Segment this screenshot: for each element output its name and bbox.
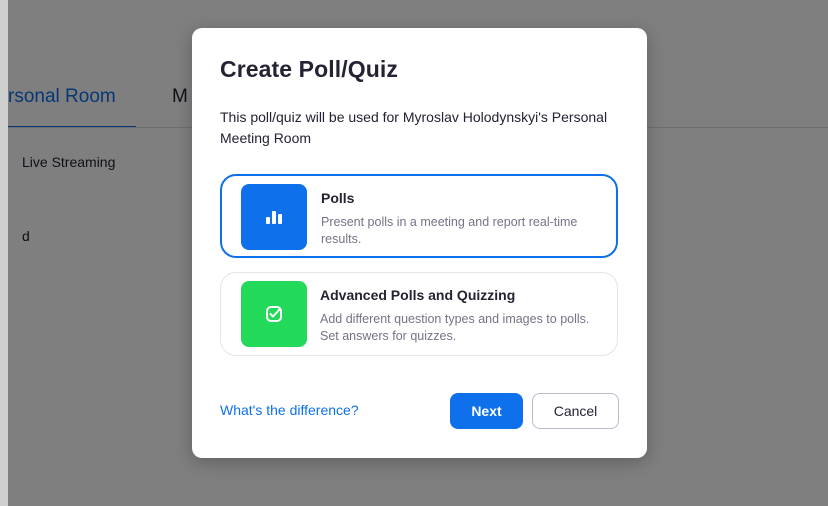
option-polls-title: Polls (321, 190, 355, 206)
cancel-button[interactable]: Cancel (532, 393, 619, 429)
option-advanced-subtitle: Add different question types and images … (320, 312, 590, 343)
option-advanced-title: Advanced Polls and Quizzing (320, 287, 516, 303)
next-button[interactable]: Next (450, 393, 523, 429)
option-polls-subtitle: Present polls in a meeting and report re… (321, 215, 578, 246)
whats-the-difference-link[interactable]: What's the difference? (220, 402, 359, 418)
dialog-title: Create Poll/Quiz (220, 56, 398, 82)
create-poll-dialog: Create Poll/Quiz This poll/quiz will be … (192, 28, 647, 458)
bar-chart-icon (241, 184, 307, 250)
option-advanced-polls[interactable]: Advanced Polls and Quizzing Add differen… (220, 272, 618, 356)
option-polls[interactable]: Polls Present polls in a meeting and rep… (220, 174, 618, 258)
bar-chart-icon-svg (266, 211, 282, 224)
window-edge (0, 0, 8, 506)
dialog-description: This poll/quiz will be used for Myroslav… (220, 109, 608, 146)
checkbox-icon (241, 281, 307, 347)
checkbox-icon-svg (266, 306, 282, 322)
